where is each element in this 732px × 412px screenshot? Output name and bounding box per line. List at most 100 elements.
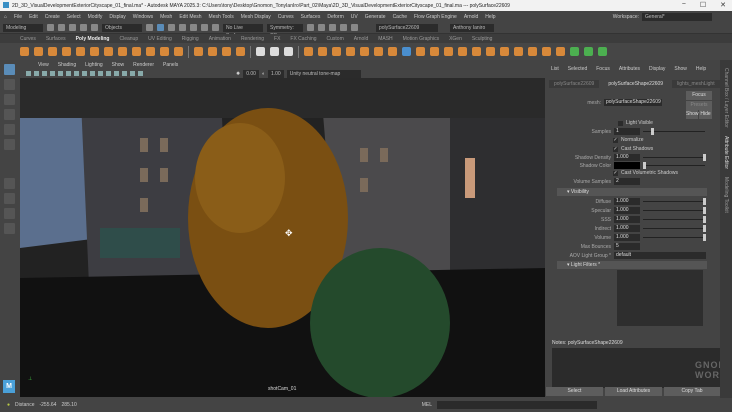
- shadow-density-field[interactable]: 1.000: [614, 154, 640, 161]
- light-visible-checkbox[interactable]: [618, 120, 623, 126]
- attribute-editor-tab[interactable]: Attribute Editor: [723, 136, 729, 169]
- menu-mesh-display[interactable]: Mesh Display: [241, 14, 271, 20]
- menu-edit[interactable]: Edit: [29, 14, 38, 20]
- multi-cut-icon[interactable]: [458, 47, 467, 56]
- mode-select[interactable]: Modeling: [3, 23, 43, 32]
- hypershade-icon[interactable]: [351, 24, 358, 31]
- target-weld-icon[interactable]: [472, 47, 481, 56]
- poly-pipe-icon[interactable]: [118, 47, 127, 56]
- sweep-mesh-icon[interactable]: [194, 47, 203, 56]
- menu-help[interactable]: Help: [485, 14, 495, 20]
- boolean-icon[interactable]: [346, 47, 355, 56]
- shelf-tab-rigging[interactable]: Rigging: [182, 36, 199, 42]
- vp-menu-view[interactable]: View: [38, 62, 49, 68]
- max-bounces-field[interactable]: 5: [614, 243, 640, 250]
- film-gate-icon[interactable]: [66, 71, 71, 76]
- type-tool-icon[interactable]: [222, 47, 231, 56]
- menu-select[interactable]: Select: [67, 14, 81, 20]
- menu-file[interactable]: File: [14, 14, 22, 20]
- shelf-tab-fx[interactable]: FX: [274, 36, 280, 42]
- connect-icon[interactable]: [486, 47, 495, 56]
- menu-mesh[interactable]: Mesh: [160, 14, 172, 20]
- select-tool-icon[interactable]: [4, 64, 15, 75]
- mesh-name-field[interactable]: polySurfaceShape22609: [604, 99, 662, 106]
- samples-slider[interactable]: [643, 128, 705, 135]
- shelf-tab-sculpting[interactable]: Sculpting: [472, 36, 493, 42]
- menu-uv[interactable]: UV: [351, 14, 358, 20]
- specular-slider[interactable]: [643, 207, 706, 214]
- diffuse-slider[interactable]: [643, 198, 706, 205]
- layout-icon[interactable]: [598, 47, 607, 56]
- menu-mesh-tools[interactable]: Mesh Tools: [209, 14, 234, 20]
- poly-soccer-icon[interactable]: [160, 47, 169, 56]
- shelf-tab-motion-graphics[interactable]: Motion Graphics: [403, 36, 439, 42]
- ae-menu-focus[interactable]: Focus: [596, 66, 610, 72]
- isolate-icon[interactable]: [130, 71, 135, 76]
- shelf-tab-uv-editing[interactable]: UV Editing: [148, 36, 172, 42]
- ao-icon[interactable]: [122, 71, 127, 76]
- render-view-icon[interactable]: [307, 24, 314, 31]
- snap-view-icon[interactable]: [212, 24, 219, 31]
- xray-icon[interactable]: [138, 71, 143, 76]
- menu-generate[interactable]: Generate: [365, 14, 386, 20]
- presets-button[interactable]: Presets: [686, 101, 712, 110]
- user-account-button[interactable]: Anthony Ianiro: [450, 23, 494, 32]
- bevel-icon[interactable]: [388, 47, 397, 56]
- volume-slider[interactable]: [643, 234, 706, 241]
- svg-tool-icon[interactable]: [236, 47, 245, 56]
- menu-curves[interactable]: Curves: [278, 14, 294, 20]
- lasso-tool-icon[interactable]: [4, 79, 15, 90]
- close-button[interactable]: ✕: [720, 1, 726, 9]
- wireframe-icon[interactable]: [82, 71, 87, 76]
- minimize-button[interactable]: −: [682, 1, 686, 9]
- poly-cylinder-icon[interactable]: [48, 47, 57, 56]
- four-view-layout-icon[interactable]: [4, 193, 15, 204]
- shadow-density-slider[interactable]: [643, 154, 706, 161]
- ae-menu-show[interactable]: Show: [674, 66, 687, 72]
- camera-icon[interactable]: [26, 71, 31, 76]
- samples-field[interactable]: 1: [614, 128, 640, 135]
- ae-tab-mesh-light[interactable]: lights_meshLight: [672, 80, 720, 88]
- ae-tab-transform[interactable]: polySurface22609: [549, 80, 600, 88]
- vp-menu-shading[interactable]: Shading: [58, 62, 76, 68]
- diffuse-field[interactable]: 1.000: [614, 198, 640, 205]
- extrude-icon[interactable]: [416, 47, 425, 56]
- specular-field[interactable]: 1.000: [614, 207, 640, 214]
- menu-create[interactable]: Create: [45, 14, 60, 20]
- light-filters-list[interactable]: [617, 270, 703, 326]
- command-line-input[interactable]: [437, 401, 598, 409]
- shadow-color-swatch[interactable]: [614, 162, 640, 169]
- poly-plane-icon[interactable]: [90, 47, 99, 56]
- select-hierarchy-icon[interactable]: [146, 24, 153, 31]
- exposure-field[interactable]: 0.00: [243, 69, 259, 78]
- menu-deform[interactable]: Deform: [327, 14, 343, 20]
- side-by-side-layout-icon[interactable]: [4, 208, 15, 219]
- poly-torus-icon[interactable]: [76, 47, 85, 56]
- aov-light-group-field[interactable]: default: [614, 252, 706, 259]
- render-icon[interactable]: [318, 24, 325, 31]
- smooth-shade-icon[interactable]: [90, 71, 95, 76]
- shadow-color-slider[interactable]: [643, 162, 705, 169]
- poly-pyramid-icon[interactable]: [146, 47, 155, 56]
- home-icon[interactable]: ⌂: [4, 14, 7, 20]
- cp-icon[interactable]: [256, 47, 265, 56]
- collapse-icon[interactable]: [500, 47, 509, 56]
- name-field[interactable]: polySurface22609: [376, 23, 438, 32]
- grid-icon[interactable]: [58, 71, 63, 76]
- menu-arnold[interactable]: Arnold: [464, 14, 478, 20]
- lights-icon[interactable]: [106, 71, 111, 76]
- separate-icon[interactable]: [318, 47, 327, 56]
- snap-point-icon[interactable]: [201, 24, 208, 31]
- vp-menu-panels[interactable]: Panels: [163, 62, 178, 68]
- copy-tab-button[interactable]: Copy Tab: [664, 387, 720, 396]
- viewport-3d[interactable]: ✥ shotCam_01 ⊥: [20, 78, 545, 397]
- vp-menu-lighting[interactable]: Lighting: [85, 62, 103, 68]
- gamma-field[interactable]: 1.00: [267, 69, 284, 78]
- shelf-tab-curves[interactable]: Curves: [20, 36, 36, 42]
- poly-helix-icon[interactable]: [174, 47, 183, 56]
- render-settings-icon[interactable]: [340, 24, 347, 31]
- select-tool-icon[interactable]: [402, 47, 411, 56]
- normalize-checkbox[interactable]: ✓: [613, 137, 618, 143]
- undo-icon[interactable]: [80, 24, 87, 31]
- live-surface-field[interactable]: No Live Surface: [223, 23, 263, 39]
